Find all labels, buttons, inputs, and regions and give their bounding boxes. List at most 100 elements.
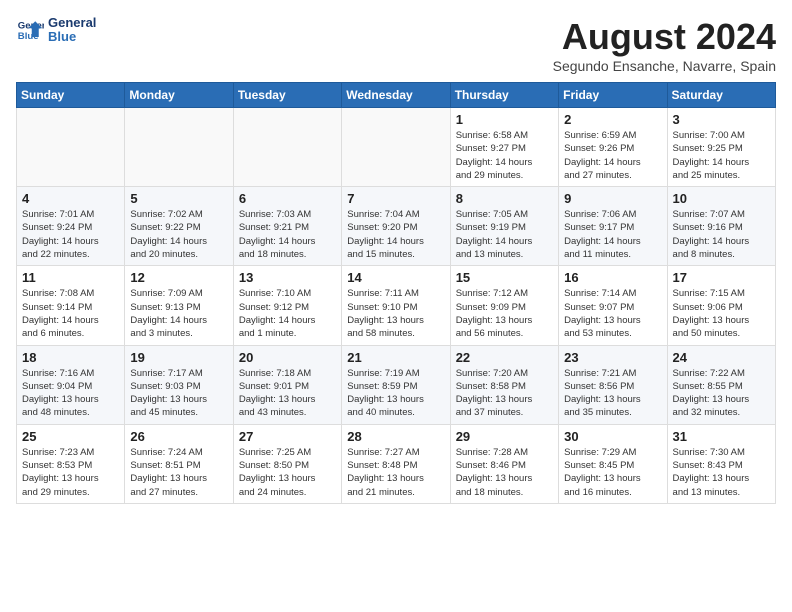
day-info: Sunrise: 7:24 AM Sunset: 8:51 PM Dayligh… xyxy=(130,446,227,499)
calendar-cell-12-2-1: 12 Sunrise: 7:09 AM Sunset: 9:13 PM Dayli… xyxy=(125,266,233,345)
day-number: 15 xyxy=(456,270,553,285)
calendar-cell-8-1-4: 8Sunrise: 7:05 AM Sunset: 9:19 PM Daylig… xyxy=(450,187,558,266)
calendar-cell-15-2-4: 15 Sunrise: 7:12 AM Sunset: 9:09 PM Dayli… xyxy=(450,266,558,345)
calendar-cell-20-3-2: 20Sunrise: 7:18 AM Sunset: 9:01 PM Dayli… xyxy=(233,345,341,424)
day-info: Sunrise: 7:15 AM Sunset: 9:06 PM Dayligh… xyxy=(673,287,770,340)
calendar-header-row: SundayMondayTuesdayWednesdayThursdayFrid… xyxy=(17,83,776,108)
calendar-cell-13-2-2: 13 Sunrise: 7:10 AM Sunset: 9:12 PM Dayli… xyxy=(233,266,341,345)
day-number: 30 xyxy=(564,429,661,444)
calendar-week-5: 25Sunrise: 7:23 AM Sunset: 8:53 PM Dayli… xyxy=(17,424,776,503)
day-number: 8 xyxy=(456,191,553,206)
weekday-header-sunday: Sunday xyxy=(17,83,125,108)
day-info: Sunrise: 7:11 AM Sunset: 9:10 PM Dayligh… xyxy=(347,287,444,340)
calendar-cell-empty-0-2 xyxy=(233,108,341,187)
weekday-header-thursday: Thursday xyxy=(450,83,558,108)
day-number: 18 xyxy=(22,350,119,365)
day-number: 29 xyxy=(456,429,553,444)
day-number: 23 xyxy=(564,350,661,365)
day-number: 22 xyxy=(456,350,553,365)
calendar-cell-empty-0-1 xyxy=(125,108,233,187)
title-block: August 2024 Segundo Ensanche, Navarre, S… xyxy=(553,16,776,74)
day-info: Sunrise: 7:22 AM Sunset: 8:55 PM Dayligh… xyxy=(673,367,770,420)
calendar-cell-17-2-6: 17 Sunrise: 7:15 AM Sunset: 9:06 PM Dayli… xyxy=(667,266,775,345)
day-info: Sunrise: 7:28 AM Sunset: 8:46 PM Dayligh… xyxy=(456,446,553,499)
calendar-cell-29-4-4: 29 Sunrise: 7:28 AM Sunset: 8:46 PM Dayli… xyxy=(450,424,558,503)
weekday-header-saturday: Saturday xyxy=(667,83,775,108)
day-info: Sunrise: 6:59 AM Sunset: 9:26 PM Dayligh… xyxy=(564,129,661,182)
day-number: 26 xyxy=(130,429,227,444)
calendar-cell-3-0-6: 3 Sunrise: 7:00 AM Sunset: 9:25 PM Daylig… xyxy=(667,108,775,187)
location-subtitle: Segundo Ensanche, Navarre, Spain xyxy=(553,58,776,74)
calendar-cell-23-3-5: 23 Sunrise: 7:21 AM Sunset: 8:56 PM Dayli… xyxy=(559,345,667,424)
day-number: 19 xyxy=(130,350,227,365)
calendar-cell-empty-0-0 xyxy=(17,108,125,187)
calendar-cell-28-4-3: 28Sunrise: 7:27 AM Sunset: 8:48 PM Dayli… xyxy=(342,424,450,503)
day-info: Sunrise: 7:03 AM Sunset: 9:21 PM Dayligh… xyxy=(239,208,336,261)
calendar-cell-18-3-0: 18 Sunrise: 7:16 AM Sunset: 9:04 PM Dayli… xyxy=(17,345,125,424)
day-info: Sunrise: 7:04 AM Sunset: 9:20 PM Dayligh… xyxy=(347,208,444,261)
day-number: 28 xyxy=(347,429,444,444)
day-info: Sunrise: 7:25 AM Sunset: 8:50 PM Dayligh… xyxy=(239,446,336,499)
day-info: Sunrise: 7:06 AM Sunset: 9:17 PM Dayligh… xyxy=(564,208,661,261)
logo-icon: General Blue xyxy=(16,16,44,44)
day-number: 9 xyxy=(564,191,661,206)
calendar-cell-6-1-2: 6 Sunrise: 7:03 AM Sunset: 9:21 PM Daylig… xyxy=(233,187,341,266)
day-number: 14 xyxy=(347,270,444,285)
calendar-week-4: 18 Sunrise: 7:16 AM Sunset: 9:04 PM Dayli… xyxy=(17,345,776,424)
page-header: General Blue General Blue August 2024 Se… xyxy=(16,16,776,74)
calendar-cell-25-4-0: 25Sunrise: 7:23 AM Sunset: 8:53 PM Dayli… xyxy=(17,424,125,503)
day-number: 7 xyxy=(347,191,444,206)
day-info: Sunrise: 7:12 AM Sunset: 9:09 PM Dayligh… xyxy=(456,287,553,340)
calendar-cell-30-4-5: 30 Sunrise: 7:29 AM Sunset: 8:45 PM Dayli… xyxy=(559,424,667,503)
day-number: 6 xyxy=(239,191,336,206)
day-info: Sunrise: 7:01 AM Sunset: 9:24 PM Dayligh… xyxy=(22,208,119,261)
calendar-cell-4-1-0: 4 Sunrise: 7:01 AM Sunset: 9:24 PM Daylig… xyxy=(17,187,125,266)
calendar-week-3: 11 Sunrise: 7:08 AM Sunset: 9:14 PM Dayli… xyxy=(17,266,776,345)
logo-line2: Blue xyxy=(48,30,96,44)
day-info: Sunrise: 7:18 AM Sunset: 9:01 PM Dayligh… xyxy=(239,367,336,420)
calendar-cell-1-0-4: 1Sunrise: 6:58 AM Sunset: 9:27 PM Daylig… xyxy=(450,108,558,187)
day-info: Sunrise: 7:09 AM Sunset: 9:13 PM Dayligh… xyxy=(130,287,227,340)
calendar-cell-27-4-2: 27 Sunrise: 7:25 AM Sunset: 8:50 PM Dayli… xyxy=(233,424,341,503)
day-number: 17 xyxy=(673,270,770,285)
weekday-header-monday: Monday xyxy=(125,83,233,108)
calendar-cell-empty-0-3 xyxy=(342,108,450,187)
calendar-cell-9-1-5: 9 Sunrise: 7:06 AM Sunset: 9:17 PM Daylig… xyxy=(559,187,667,266)
day-number: 13 xyxy=(239,270,336,285)
logo: General Blue General Blue xyxy=(16,16,96,45)
day-info: Sunrise: 7:29 AM Sunset: 8:45 PM Dayligh… xyxy=(564,446,661,499)
calendar-cell-11-2-0: 11 Sunrise: 7:08 AM Sunset: 9:14 PM Dayli… xyxy=(17,266,125,345)
day-number: 11 xyxy=(22,270,119,285)
day-info: Sunrise: 7:30 AM Sunset: 8:43 PM Dayligh… xyxy=(673,446,770,499)
calendar-cell-7-1-3: 7 Sunrise: 7:04 AM Sunset: 9:20 PM Daylig… xyxy=(342,187,450,266)
calendar-cell-10-1-6: 10Sunrise: 7:07 AM Sunset: 9:16 PM Dayli… xyxy=(667,187,775,266)
calendar-cell-5-1-1: 5 Sunrise: 7:02 AM Sunset: 9:22 PM Daylig… xyxy=(125,187,233,266)
day-info: Sunrise: 7:02 AM Sunset: 9:22 PM Dayligh… xyxy=(130,208,227,261)
day-info: Sunrise: 7:10 AM Sunset: 9:12 PM Dayligh… xyxy=(239,287,336,340)
day-number: 31 xyxy=(673,429,770,444)
day-info: Sunrise: 7:17 AM Sunset: 9:03 PM Dayligh… xyxy=(130,367,227,420)
day-info: Sunrise: 7:08 AM Sunset: 9:14 PM Dayligh… xyxy=(22,287,119,340)
day-info: Sunrise: 7:16 AM Sunset: 9:04 PM Dayligh… xyxy=(22,367,119,420)
weekday-header-wednesday: Wednesday xyxy=(342,83,450,108)
day-info: Sunrise: 7:00 AM Sunset: 9:25 PM Dayligh… xyxy=(673,129,770,182)
day-number: 4 xyxy=(22,191,119,206)
calendar-cell-26-4-1: 26 Sunrise: 7:24 AM Sunset: 8:51 PM Dayli… xyxy=(125,424,233,503)
calendar-cell-14-2-3: 14 Sunrise: 7:11 AM Sunset: 9:10 PM Dayli… xyxy=(342,266,450,345)
day-number: 5 xyxy=(130,191,227,206)
weekday-header-tuesday: Tuesday xyxy=(233,83,341,108)
day-info: Sunrise: 7:21 AM Sunset: 8:56 PM Dayligh… xyxy=(564,367,661,420)
month-year-title: August 2024 xyxy=(553,16,776,58)
day-number: 27 xyxy=(239,429,336,444)
day-number: 2 xyxy=(564,112,661,127)
calendar-cell-31-4-6: 31 Sunrise: 7:30 AM Sunset: 8:43 PM Dayli… xyxy=(667,424,775,503)
day-info: Sunrise: 7:20 AM Sunset: 8:58 PM Dayligh… xyxy=(456,367,553,420)
day-number: 10 xyxy=(673,191,770,206)
calendar-cell-19-3-1: 19 Sunrise: 7:17 AM Sunset: 9:03 PM Dayli… xyxy=(125,345,233,424)
calendar-cell-24-3-6: 24Sunrise: 7:22 AM Sunset: 8:55 PM Dayli… xyxy=(667,345,775,424)
calendar-table: SundayMondayTuesdayWednesdayThursdayFrid… xyxy=(16,82,776,504)
day-number: 3 xyxy=(673,112,770,127)
day-number: 21 xyxy=(347,350,444,365)
calendar-cell-22-3-4: 22 Sunrise: 7:20 AM Sunset: 8:58 PM Dayli… xyxy=(450,345,558,424)
day-number: 12 xyxy=(130,270,227,285)
